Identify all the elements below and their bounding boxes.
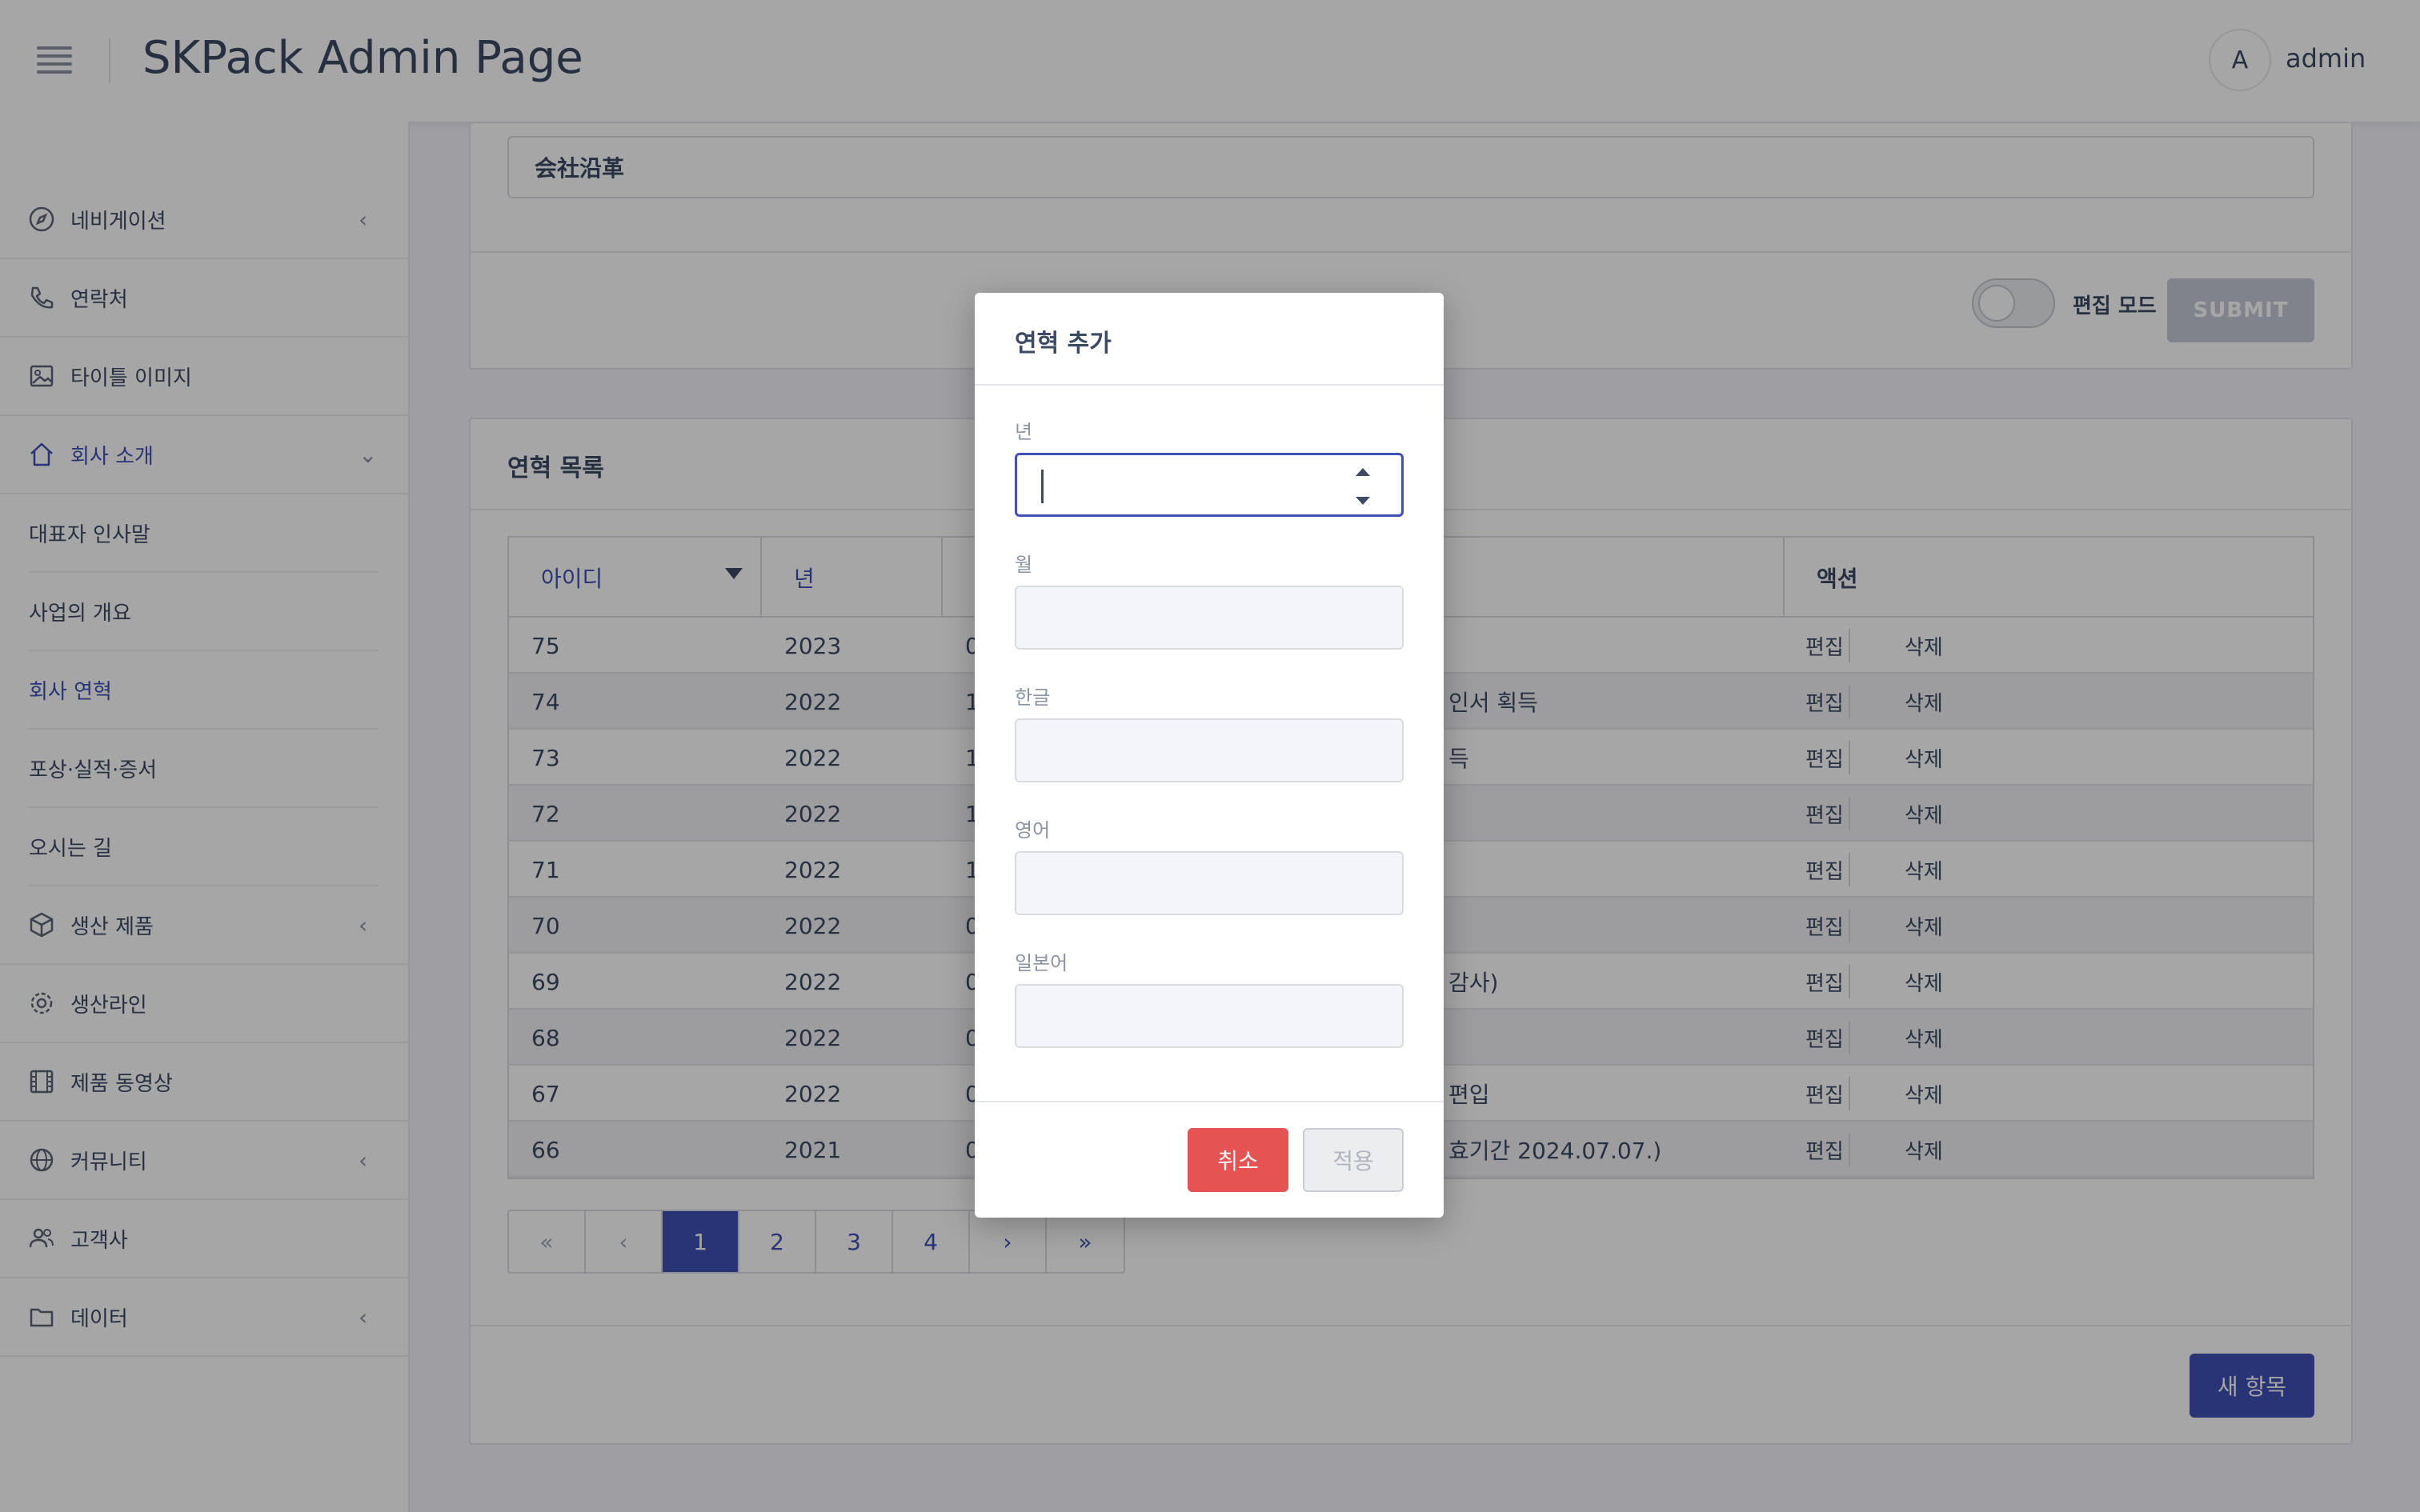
- year-input[interactable]: [1015, 453, 1404, 517]
- modal-title: 연혁 추가: [1015, 330, 1112, 358]
- field-label-year: 년: [1015, 421, 1033, 443]
- text-caret: [1041, 470, 1044, 503]
- stepper-up-icon[interactable]: [1356, 468, 1370, 476]
- divider: [975, 384, 1444, 386]
- korean-input[interactable]: [1015, 718, 1404, 782]
- apply-button[interactable]: 적용: [1303, 1128, 1404, 1192]
- month-input[interactable]: [1015, 586, 1404, 650]
- add-history-modal: 연혁 추가 년 월 한글 영어 일본어 취소 적용: [975, 293, 1444, 1218]
- japanese-input[interactable]: [1015, 984, 1404, 1048]
- cancel-button[interactable]: 취소: [1188, 1128, 1288, 1192]
- field-label-japanese: 일본어: [1015, 952, 1068, 974]
- field-label-english: 영어: [1015, 819, 1051, 842]
- stepper-down-icon[interactable]: [1356, 497, 1370, 505]
- english-input[interactable]: [1015, 851, 1404, 915]
- divider: [975, 1101, 1444, 1102]
- field-label-month: 월: [1015, 554, 1033, 576]
- field-label-korean: 한글: [1015, 686, 1051, 709]
- number-stepper[interactable]: [1353, 468, 1372, 505]
